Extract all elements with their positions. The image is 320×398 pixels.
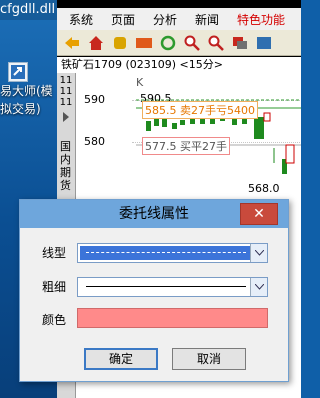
toolbar	[57, 30, 301, 56]
dialog-title-bar[interactable]: 委托线属性 ✕	[20, 200, 288, 228]
menu-news[interactable]: 新闻	[183, 11, 225, 28]
chevron-down-icon[interactable]	[250, 278, 267, 296]
f10-icon[interactable]	[135, 34, 153, 52]
settings-icon[interactable]	[255, 34, 273, 52]
file-name: cfgdll.dll	[0, 2, 56, 17]
menu-bar: 系统 页面 分析 新闻 特色功能	[57, 8, 301, 30]
zoom-in-icon[interactable]	[183, 34, 201, 52]
sell-annotation: 585.5 卖27手亏5400	[142, 101, 258, 119]
thickness-select[interactable]	[77, 277, 268, 297]
chart-title: 铁矿石1709 (023109) <15分>	[57, 57, 301, 73]
database-icon[interactable]	[111, 34, 129, 52]
dashed-line-preview	[86, 252, 246, 253]
home-icon[interactable]	[87, 34, 105, 52]
close-button[interactable]: ✕	[240, 203, 278, 225]
window-icon[interactable]	[231, 34, 249, 52]
menu-system[interactable]: 系统	[57, 11, 99, 28]
color-swatch[interactable]	[77, 308, 268, 328]
shortcut-label[interactable]: 易大师(模拟交易)	[0, 82, 62, 118]
expand-arrow-icon[interactable]	[63, 112, 69, 122]
buy-annotation: 577.5 买平27手	[142, 137, 230, 155]
thickness-label: 粗细	[42, 280, 67, 294]
menu-special[interactable]: 特色功能	[225, 11, 285, 28]
cancel-button[interactable]: 取消	[172, 348, 246, 370]
app-shortcut-icon[interactable]	[8, 62, 28, 82]
close-icon: ✕	[253, 206, 265, 222]
line-type-select[interactable]	[77, 243, 268, 263]
chevron-down-icon[interactable]	[250, 244, 267, 262]
side-numbers: 11 11 11	[59, 75, 73, 108]
domestic-futures-tab[interactable]: 国内期货	[60, 140, 72, 192]
zoom-out-icon[interactable]	[207, 34, 225, 52]
order-line-properties-dialog: 委托线属性 ✕ 线型 粗细 颜色 确定 取消	[19, 199, 289, 382]
solid-line-preview	[86, 286, 246, 287]
menu-analysis[interactable]: 分析	[141, 11, 183, 28]
line-type-label: 线型	[42, 246, 67, 260]
ok-button[interactable]: 确定	[84, 348, 158, 370]
refresh-icon[interactable]	[159, 34, 177, 52]
line-type-selected	[80, 246, 250, 260]
color-label: 颜色	[42, 313, 67, 327]
low-annotation: 568.0	[248, 182, 280, 195]
back-arrow-icon[interactable]	[63, 34, 81, 52]
menu-page[interactable]: 页面	[99, 11, 141, 28]
desktop-file-label[interactable]: cfgdll.dll	[0, 0, 60, 20]
